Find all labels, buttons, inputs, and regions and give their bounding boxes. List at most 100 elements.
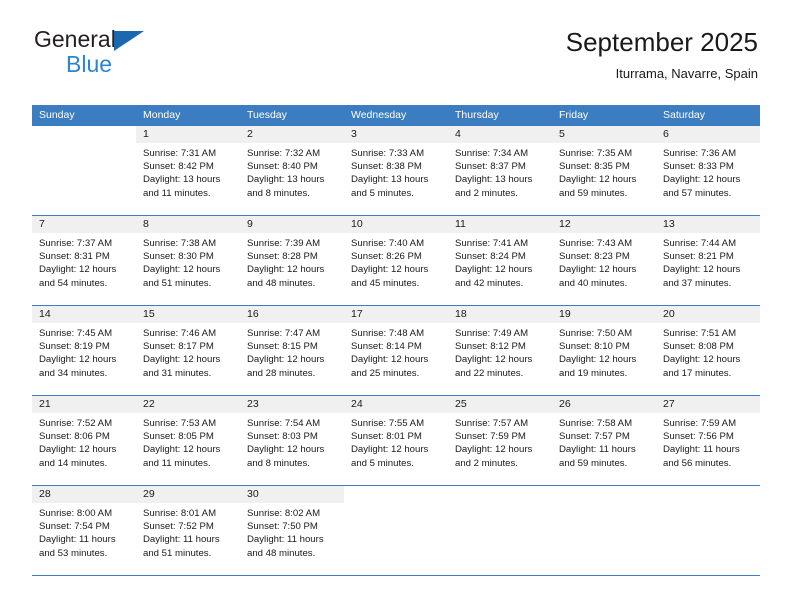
day-cell-9[interactable]: 9 Sunrise: 7:39 AM Sunset: 8:28 PM Daylight…	[240, 216, 344, 305]
daylight-text: Daylight: 12 hours and 45 minutes.	[351, 264, 429, 289]
day-details: Sunrise: 8:00 AM Sunset: 7:54 PM Daylight:…	[32, 503, 136, 560]
day-cell-15[interactable]: 15 Sunrise: 7:46 AM Sunset: 8:17 PM Dayligh…	[136, 306, 240, 395]
day-cell-23[interactable]: 23 Sunrise: 7:54 AM Sunset: 8:03 PM Dayligh…	[240, 396, 344, 485]
day-cell-19[interactable]: 19 Sunrise: 7:50 AM Sunset: 8:10 PM Dayligh…	[552, 306, 656, 395]
day-cell-empty	[448, 486, 552, 575]
day-cell-8[interactable]: 8 Sunrise: 7:38 AM Sunset: 8:30 PM Daylight…	[136, 216, 240, 305]
sunrise-text: Sunrise: 7:44 AM	[663, 238, 737, 249]
day-cell-26[interactable]: 26 Sunrise: 7:58 AM Sunset: 7:57 PM Dayligh…	[552, 396, 656, 485]
day-number	[344, 486, 448, 503]
day-number	[552, 486, 656, 503]
day-cell-6[interactable]: 6 Sunrise: 7:36 AM Sunset: 8:33 PM Daylight…	[656, 126, 760, 215]
day-cell-28[interactable]: 28 Sunrise: 8:00 AM Sunset: 7:54 PM Dayligh…	[32, 486, 136, 575]
day-cell-25[interactable]: 25 Sunrise: 7:57 AM Sunset: 7:59 PM Dayligh…	[448, 396, 552, 485]
sunset-text: Sunset: 7:56 PM	[663, 431, 734, 443]
general-blue-logo[interactable]: General Blue	[34, 26, 194, 84]
day-details: Sunrise: 7:58 AM Sunset: 7:57 PM Daylight:…	[552, 413, 656, 470]
sunrise-text: Sunrise: 7:41 AM	[455, 238, 529, 249]
sunset-text: Sunset: 8:15 PM	[247, 341, 318, 353]
day-cell-10[interactable]: 10 Sunrise: 7:40 AM Sunset: 8:26 PM Dayligh…	[344, 216, 448, 305]
day-number: 11	[448, 216, 552, 233]
day-cell-12[interactable]: 12 Sunrise: 7:43 AM Sunset: 8:23 PM Dayligh…	[552, 216, 656, 305]
day-details: Sunrise: 7:35 AM Sunset: 8:35 PM Daylight:…	[552, 143, 656, 200]
day-number: 24	[344, 396, 448, 413]
daylight-text: Daylight: 12 hours and 14 minutes.	[39, 444, 117, 469]
day-cell-27[interactable]: 27 Sunrise: 7:59 AM Sunset: 7:56 PM Dayligh…	[656, 396, 760, 485]
sunrise-text: Sunrise: 7:33 AM	[351, 148, 425, 159]
sunrise-text: Sunrise: 7:52 AM	[39, 418, 113, 429]
sunrise-text: Sunrise: 7:55 AM	[351, 418, 425, 429]
day-details: Sunrise: 7:37 AM Sunset: 8:31 PM Daylight:…	[32, 233, 136, 290]
sunset-text: Sunset: 8:38 PM	[351, 161, 422, 173]
sunrise-text: Sunrise: 8:00 AM	[39, 508, 113, 519]
calendar-week-row: 1 Sunrise: 7:31 AM Sunset: 8:42 PM Daylight…	[32, 126, 760, 215]
daylight-text: Daylight: 12 hours and 19 minutes.	[559, 354, 637, 379]
sunset-text: Sunset: 7:52 PM	[143, 521, 214, 533]
sunset-text: Sunset: 8:01 PM	[351, 431, 422, 443]
day-number: 18	[448, 306, 552, 323]
sunset-text: Sunset: 8:37 PM	[455, 161, 526, 173]
day-number: 2	[240, 126, 344, 143]
day-number: 16	[240, 306, 344, 323]
day-details: Sunrise: 7:52 AM Sunset: 8:06 PM Daylight:…	[32, 413, 136, 470]
sunset-text: Sunset: 7:50 PM	[247, 521, 318, 533]
weekday-header-row: Sunday Monday Tuesday Wednesday Thursday Frid…	[32, 105, 760, 126]
sunset-text: Sunset: 8:24 PM	[455, 251, 526, 263]
day-details: Sunrise: 7:53 AM Sunset: 8:05 PM Daylight:…	[136, 413, 240, 470]
day-number: 23	[240, 396, 344, 413]
day-details: Sunrise: 7:39 AM Sunset: 8:28 PM Daylight:…	[240, 233, 344, 290]
day-cell-11[interactable]: 11 Sunrise: 7:41 AM Sunset: 8:24 PM Dayligh…	[448, 216, 552, 305]
day-number: 6	[656, 126, 760, 143]
day-number: 15	[136, 306, 240, 323]
day-details: Sunrise: 7:54 AM Sunset: 8:03 PM Daylight:…	[240, 413, 344, 470]
day-cell-14[interactable]: 14 Sunrise: 7:45 AM Sunset: 8:19 PM Dayligh…	[32, 306, 136, 395]
day-cell-empty	[344, 486, 448, 575]
day-details: Sunrise: 7:33 AM Sunset: 8:38 PM Daylight:…	[344, 143, 448, 200]
day-details: Sunrise: 7:41 AM Sunset: 8:24 PM Daylight:…	[448, 233, 552, 290]
sunset-text: Sunset: 8:17 PM	[143, 341, 214, 353]
daylight-text: Daylight: 12 hours and 22 minutes.	[455, 354, 533, 379]
sunrise-text: Sunrise: 7:35 AM	[559, 148, 633, 159]
day-details: Sunrise: 7:40 AM Sunset: 8:26 PM Daylight:…	[344, 233, 448, 290]
sunrise-text: Sunrise: 7:31 AM	[143, 148, 217, 159]
day-cell-21[interactable]: 21 Sunrise: 7:52 AM Sunset: 8:06 PM Dayligh…	[32, 396, 136, 485]
sunrise-text: Sunrise: 7:36 AM	[663, 148, 737, 159]
day-cell-5[interactable]: 5 Sunrise: 7:35 AM Sunset: 8:35 PM Daylight…	[552, 126, 656, 215]
day-cell-29[interactable]: 29 Sunrise: 8:01 AM Sunset: 7:52 PM Dayligh…	[136, 486, 240, 575]
day-cell-20[interactable]: 20 Sunrise: 7:51 AM Sunset: 8:08 PM Dayligh…	[656, 306, 760, 395]
day-cell-3[interactable]: 3 Sunrise: 7:33 AM Sunset: 8:38 PM Daylight…	[344, 126, 448, 215]
sunset-text: Sunset: 8:03 PM	[247, 431, 318, 443]
sunset-text: Sunset: 7:59 PM	[455, 431, 526, 443]
triangle-icon	[114, 31, 144, 51]
day-cell-7[interactable]: 7 Sunrise: 7:37 AM Sunset: 8:31 PM Daylight…	[32, 216, 136, 305]
calendar-week-row: 28 Sunrise: 8:00 AM Sunset: 7:54 PM Dayligh…	[32, 485, 760, 576]
day-number	[32, 126, 136, 143]
day-cell-4[interactable]: 4 Sunrise: 7:34 AM Sunset: 8:37 PM Daylight…	[448, 126, 552, 215]
calendar-week-row: 7 Sunrise: 7:37 AM Sunset: 8:31 PM Daylight…	[32, 215, 760, 305]
sunrise-text: Sunrise: 7:49 AM	[455, 328, 529, 339]
day-cell-18[interactable]: 18 Sunrise: 7:49 AM Sunset: 8:12 PM Dayligh…	[448, 306, 552, 395]
day-cell-16[interactable]: 16 Sunrise: 7:47 AM Sunset: 8:15 PM Dayligh…	[240, 306, 344, 395]
day-details: Sunrise: 7:32 AM Sunset: 8:40 PM Daylight:…	[240, 143, 344, 200]
day-cell-17[interactable]: 17 Sunrise: 7:48 AM Sunset: 8:14 PM Dayligh…	[344, 306, 448, 395]
day-number: 22	[136, 396, 240, 413]
sunset-text: Sunset: 8:26 PM	[351, 251, 422, 263]
day-cell-13[interactable]: 13 Sunrise: 7:44 AM Sunset: 8:21 PM Dayligh…	[656, 216, 760, 305]
day-details: Sunrise: 7:44 AM Sunset: 8:21 PM Daylight:…	[656, 233, 760, 290]
sunrise-text: Sunrise: 7:45 AM	[39, 328, 113, 339]
daylight-text: Daylight: 13 hours and 2 minutes.	[455, 174, 533, 199]
day-cell-1[interactable]: 1 Sunrise: 7:31 AM Sunset: 8:42 PM Daylight…	[136, 126, 240, 215]
weekday-header-tuesday: Tuesday	[247, 109, 287, 121]
day-cell-2[interactable]: 2 Sunrise: 7:32 AM Sunset: 8:40 PM Daylight…	[240, 126, 344, 215]
calendar-week-row: 21 Sunrise: 7:52 AM Sunset: 8:06 PM Dayligh…	[32, 395, 760, 485]
sunrise-text: Sunrise: 7:43 AM	[559, 238, 633, 249]
weekday-header-friday: Friday	[559, 109, 589, 121]
logo-word-general: General	[34, 26, 116, 52]
day-cell-30[interactable]: 30 Sunrise: 8:02 AM Sunset: 7:50 PM Dayligh…	[240, 486, 344, 575]
day-number: 8	[136, 216, 240, 233]
page-header: General Blue September 2025 Iturrama, Na…	[34, 26, 758, 96]
day-cell-22[interactable]: 22 Sunrise: 7:53 AM Sunset: 8:05 PM Dayligh…	[136, 396, 240, 485]
sunrise-text: Sunrise: 7:51 AM	[663, 328, 737, 339]
day-cell-24[interactable]: 24 Sunrise: 7:55 AM Sunset: 8:01 PM Dayligh…	[344, 396, 448, 485]
day-number	[448, 486, 552, 503]
